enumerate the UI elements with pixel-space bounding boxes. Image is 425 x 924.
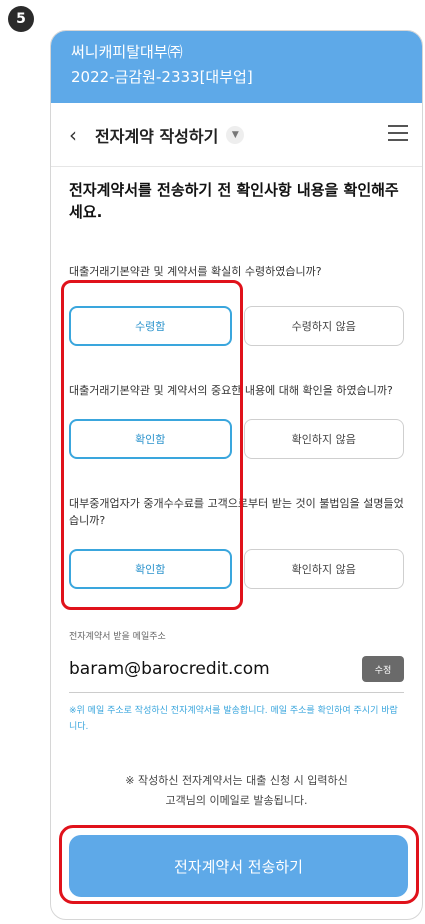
hamburger-menu-icon[interactable] [388, 125, 408, 143]
step-badge: 5 [8, 6, 34, 32]
send-button-highlight [59, 825, 419, 904]
q3-not-confirmed-button[interactable]: 확인하지 않음 [243, 549, 404, 589]
notice-line-1: ※ 작성하신 전자계약서는 대출 신청 시 입력하신 [125, 774, 348, 787]
email-note: ※위 메일 주소로 작성하신 전자계약서를 발송합니다. 메일 주소를 확인하여… [69, 706, 398, 732]
send-notice: ※ 작성하신 전자계약서는 대출 신청 시 입력하신 고객님의 이메일로 발송됩… [69, 771, 404, 811]
q1-not-received-button[interactable]: 수령하지 않음 [243, 306, 404, 346]
top-bar: ‹ 전자계약 작성하기 ▼ [51, 103, 422, 167]
confirmation-headline: 전자계약서를 전송하기 전 확인사항 내용을 확인해주세요. [69, 181, 399, 221]
page-title: 전자계약 작성하기 [95, 126, 219, 146]
registration-number: 2022-금감원-2333[대부업] [71, 68, 253, 86]
back-arrow-icon[interactable]: ‹ [69, 123, 91, 147]
question-1-text: 대출거래기본약관 및 계약서를 확실히 수령하였습니까? [69, 265, 322, 278]
company-banner: 써니캐피탈대부㈜ 2022-금감원-2333[대부업] [51, 31, 422, 103]
email-row: baram@barocredit.com 수정 [69, 656, 404, 682]
chevron-down-icon[interactable]: ▼ [226, 125, 245, 144]
notice-line-2: 고객님의 이메일로 발송됩니다. [165, 794, 308, 807]
email-edit-button[interactable]: 수정 [362, 656, 404, 682]
q2-not-confirmed-button[interactable]: 확인하지 않음 [243, 419, 404, 459]
email-value: baram@barocredit.com [69, 659, 270, 679]
email-label: 전자계약서 받을 메일주소 [69, 632, 166, 642]
company-name: 써니캐피탈대부㈜ [71, 43, 183, 61]
selected-options-highlight [61, 280, 243, 610]
email-divider [69, 692, 404, 693]
